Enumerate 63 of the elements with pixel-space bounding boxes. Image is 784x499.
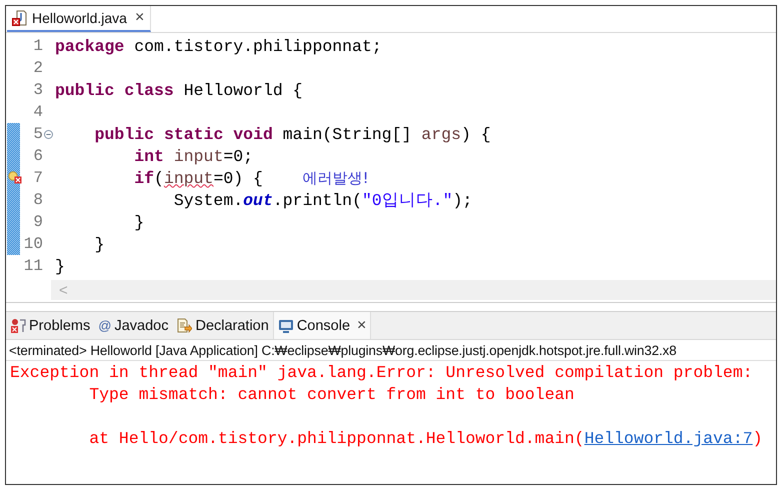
at-sign-icon: @ [98,318,112,333]
line-number: 3 [33,81,43,99]
view-tab[interactable]: Problems [6,312,94,339]
close-icon[interactable]: × [134,9,144,27]
source-link[interactable]: Helloworld.java:7 [584,429,753,448]
error-marker-icon[interactable] [8,171,22,184]
view-tab-label: Problems [29,318,90,334]
code-text: ( [154,168,164,188]
code-text: .println( [272,191,362,210]
line-number: 7 [33,169,43,187]
code-keyword: class [124,80,174,100]
line-number: 11 [24,257,43,275]
code-keyword: public [94,124,154,144]
java-file-error-icon [12,10,28,26]
collapse-icon[interactable] [44,130,52,138]
view-tab-label: Declaration [195,318,269,334]
view-tab[interactable]: @ Javadoc [94,312,172,339]
line-number: 2 [33,59,43,77]
line-number: 9 [33,213,43,231]
code-text: } [134,212,144,232]
console-status: <terminated> Helloworld [Java Application] C:₩eclipse₩plugins₩org.eclipse.justj.openjdk.hotspot.jre.full.win32.x8 [6,340,776,361]
code-string: "0입니다." [362,191,453,210]
stack-trace-text: at Hello/com.tistory.philipponnat.Helloworld.main( [88,429,584,448]
code-text: =0; [223,146,254,166]
console-error-text: Type mismatch: cannot convert from int to boolean [88,385,574,404]
line-number: 8 [33,191,43,209]
code-variable: input [174,146,224,166]
code-keyword: package [55,36,124,56]
note-text: 에러발생! [302,168,369,186]
view-tab[interactable]: Console × [272,312,372,339]
code-text: } [55,256,65,276]
line-number: 6 [33,147,43,165]
code-variable: input [164,168,214,188]
view-tab-label: Javadoc [114,318,168,334]
declaration-icon [176,318,192,334]
code-text: com.tistory.philipponnat; [134,36,382,56]
line-number: 5 [33,125,43,143]
line-number: 4 [33,103,43,121]
code-keyword: static [164,124,224,144]
view-tab-label: Console [296,318,350,334]
editor-tab[interactable]: Helloworld.java × [7,6,152,32]
editor-tab-title: Helloworld.java [32,10,127,26]
console-icon [278,318,294,334]
close-icon[interactable]: × [357,316,366,334]
view-tab[interactable]: Declaration [172,312,273,339]
code-variable: args [421,124,462,144]
stack-trace-text: ) [752,429,763,448]
code-text: main(String[] [282,124,412,144]
code-text: =0) { [213,168,263,188]
code-text: System. [174,191,244,210]
code-keyword: void [233,124,273,144]
problems-icon [10,318,26,334]
code-keyword: int [134,146,164,166]
code-keyword: if [134,168,154,188]
code-text: Helloworld { [184,80,303,100]
line-number: 10 [24,235,43,253]
code-keyword: public [55,80,114,100]
code-text: } [94,234,105,254]
code-text: ) { [461,124,491,144]
line-number: 1 [33,37,43,55]
code-field: out [243,191,273,210]
console-error-text: Exception in thread "main" java.lang.Error: Unresolved compilation problem: [10,363,754,382]
code-text: ); [452,191,472,210]
